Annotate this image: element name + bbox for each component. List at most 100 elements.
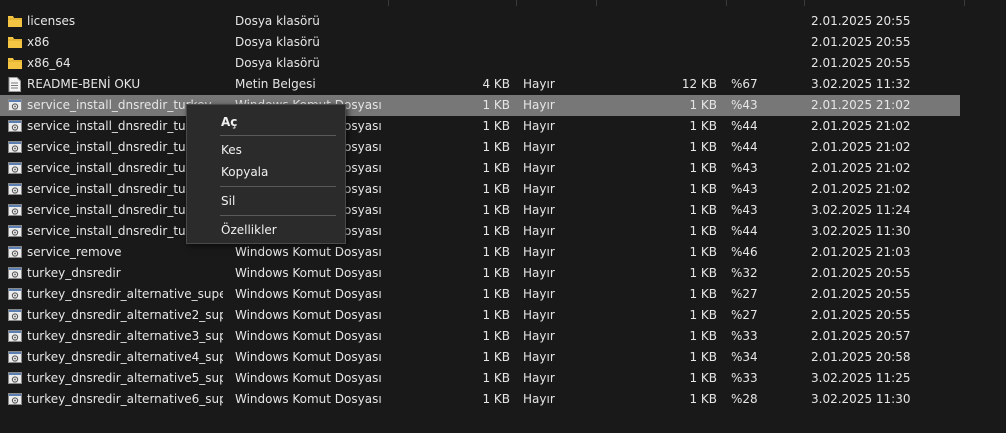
menu-divider: [220, 186, 336, 187]
column-divider[interactable]: [726, 0, 727, 6]
file-packed-size: 1 KB: [689, 119, 717, 133]
file-row[interactable]: turkey_dnsredir Windows Komut Dosyası 1 KB…: [0, 263, 960, 284]
file-name: README-BENİ OKU: [27, 77, 141, 91]
file-ratio: %44: [731, 140, 758, 154]
column-divider[interactable]: [516, 0, 517, 6]
file-size: 4 KB: [482, 77, 510, 91]
file-row[interactable]: x86 Dosya klasörü 2.01.2025 20:55: [0, 32, 960, 53]
file-size: 1 KB: [482, 119, 510, 133]
file-row[interactable]: service_install_dnsredir_turkey_...Windo…: [0, 137, 960, 158]
file-row[interactable]: turkey_dnsredir_alternative5_super... Win…: [0, 368, 960, 389]
file-row[interactable]: turkey_dnsredir_alternative3_super... Win…: [0, 326, 960, 347]
file-row[interactable]: service_remove Windows Komut Dosyası 1 KB H…: [0, 242, 960, 263]
file-packed-size: 12 KB: [681, 77, 717, 91]
file-ratio: %32: [731, 266, 758, 280]
file-row[interactable]: licenses Dosya klasörü 2.01.2025 20:55: [0, 11, 960, 32]
file-size: 1 KB: [482, 140, 510, 154]
file-ratio: %43: [731, 98, 758, 112]
file-type: Windows Komut Dosyası: [235, 392, 382, 406]
file-packed-size: [600, 11, 717, 32]
file-row[interactable]: service_install_dnsredir_turkey_...Windo…: [0, 221, 960, 242]
file-name: turkey_dnsredir_alternative5_super...: [27, 371, 223, 385]
file-ratio: %27: [731, 287, 758, 301]
batch-file-icon: [8, 308, 22, 323]
column-header-strip: [0, 0, 1006, 7]
file-date: 2.01.2025 20:55: [811, 56, 911, 70]
file-compressed: Hayır: [523, 266, 555, 280]
file-compressed: [523, 32, 583, 53]
file-compressed: Hayır: [523, 245, 555, 259]
file-name: turkey_dnsredir_alternative4_super...: [27, 350, 223, 364]
menu-item-open[interactable]: Aç: [188, 112, 344, 132]
column-divider[interactable]: [388, 0, 389, 6]
file-type: Windows Komut Dosyası: [235, 329, 382, 343]
file-date: 3.02.2025 11:24: [811, 203, 911, 217]
file-ratio: %33: [731, 329, 758, 343]
batch-file-icon: [8, 224, 22, 239]
file-date: 2.01.2025 21:02: [811, 182, 911, 196]
file-compressed: Hayır: [523, 161, 555, 175]
file-packed-size: 1 KB: [689, 329, 717, 343]
menu-item-delete[interactable]: Sil: [188, 191, 344, 211]
file-packed-size: 1 KB: [689, 203, 717, 217]
file-type: Dosya klasörü: [235, 14, 320, 28]
folder-icon: [8, 15, 22, 28]
file-date: 2.01.2025 20:55: [811, 14, 911, 28]
menu-item-properties[interactable]: Özellikler: [188, 220, 344, 240]
file-size: 1 KB: [482, 203, 510, 217]
column-divider[interactable]: [964, 0, 965, 6]
file-row[interactable]: service_install_dnsredir_turkey_...Windo…: [0, 95, 960, 116]
batch-file-icon: [8, 350, 22, 365]
file-row[interactable]: README-BENİ OKU Metin Belgesi 4 KB Hayır 12 …: [0, 74, 960, 95]
file-ratio: %43: [731, 161, 758, 175]
file-type: Dosya klasörü: [235, 56, 320, 70]
file-row[interactable]: turkey_dnsredir_alternative6_super... Win…: [0, 389, 960, 410]
file-date: 3.02.2025 11:30: [811, 392, 911, 406]
file-date: 2.01.2025 21:02: [811, 140, 911, 154]
file-packed-size: [600, 32, 717, 53]
file-size: 1 KB: [482, 161, 510, 175]
file-packed-size: 1 KB: [689, 98, 717, 112]
file-row[interactable]: turkey_dnsredir_alternative2_super... Win…: [0, 305, 960, 326]
file-compressed: Hayır: [523, 203, 555, 217]
file-row[interactable]: service_install_dnsredir_turkey_...Windo…: [0, 200, 960, 221]
file-compressed: Hayır: [523, 392, 555, 406]
file-row[interactable]: service_install_dnsredir_turkey_...Windo…: [0, 116, 960, 137]
file-date: 2.01.2025 21:03: [811, 245, 911, 259]
file-name: service_remove: [27, 245, 122, 259]
file-size: 1 KB: [482, 245, 510, 259]
file-packed-size: 1 KB: [689, 140, 717, 154]
file-date: 2.01.2025 20:55: [811, 287, 911, 301]
file-date: 2.01.2025 20:57: [811, 329, 911, 343]
file-date: 3.02.2025 11:25: [811, 371, 911, 385]
column-divider[interactable]: [804, 0, 805, 6]
file-packed-size: 1 KB: [689, 287, 717, 301]
file-name: turkey_dnsredir_alternative3_super...: [27, 329, 223, 343]
file-type: Dosya klasörü: [235, 35, 320, 49]
file-name: x86_64: [27, 56, 71, 70]
column-divider[interactable]: [596, 0, 597, 6]
file-compressed: Hayır: [523, 308, 555, 322]
file-compressed: Hayır: [523, 329, 555, 343]
menu-divider: [220, 135, 336, 136]
batch-file-icon: [8, 392, 22, 407]
file-type: Windows Komut Dosyası: [235, 350, 382, 364]
file-date: 2.01.2025 20:55: [811, 35, 911, 49]
file-compressed: Hayır: [523, 224, 555, 238]
file-packed-size: 1 KB: [689, 371, 717, 385]
file-type: Metin Belgesi: [235, 77, 316, 91]
file-row[interactable]: turkey_dnsredir_alternative4_super... Win…: [0, 347, 960, 368]
file-ratio: %43: [731, 182, 758, 196]
file-row[interactable]: x86_64 Dosya klasörü 2.01.2025 20:55: [0, 53, 960, 74]
file-row[interactable]: turkey_dnsredir_alternative_supero... Win…: [0, 284, 960, 305]
file-name: x86: [27, 35, 50, 49]
batch-file-icon: [8, 287, 22, 302]
file-row[interactable]: service_install_dnsredir_turkey_...Windo…: [0, 179, 960, 200]
menu-item-copy[interactable]: Kopyala: [188, 162, 344, 182]
file-row[interactable]: service_install_dnsredir_turkey_...Windo…: [0, 158, 960, 179]
file-packed-size: 1 KB: [689, 245, 717, 259]
file-type: Windows Komut Dosyası: [235, 287, 382, 301]
menu-item-cut[interactable]: Kes: [188, 140, 344, 160]
file-ratio: %28: [731, 392, 758, 406]
file-packed-size: 1 KB: [689, 161, 717, 175]
